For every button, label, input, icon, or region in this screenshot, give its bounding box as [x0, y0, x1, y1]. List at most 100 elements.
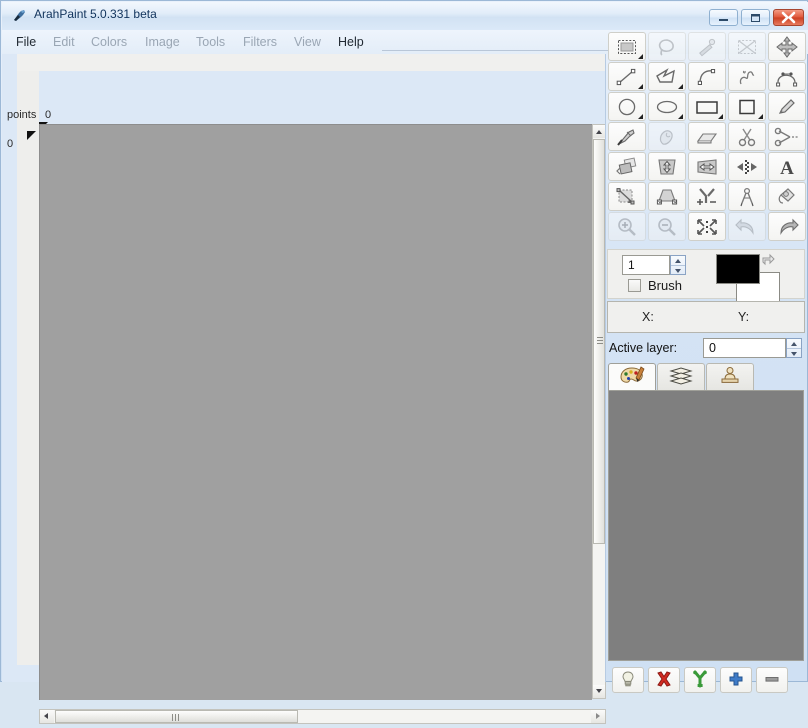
delete-button[interactable]	[648, 667, 680, 693]
active-layer-input[interactable]: 0	[703, 338, 786, 358]
tool-corner-indicator	[718, 114, 723, 119]
swap-colors-icon[interactable]	[760, 252, 776, 268]
panel-divider	[605, 54, 606, 682]
brush-size-decrement[interactable]	[671, 266, 685, 275]
drawing-canvas[interactable]	[39, 124, 592, 700]
tool-corner-indicator	[638, 84, 643, 89]
menu-filters[interactable]: Filters	[239, 34, 281, 51]
circle-tool[interactable]	[608, 92, 646, 121]
palette-action-buttons	[608, 667, 804, 695]
vertical-ruler	[17, 71, 39, 665]
scissors-cut-tool[interactable]	[728, 122, 766, 151]
tool-corner-indicator	[758, 114, 763, 119]
filled-rectangle-tool[interactable]	[688, 92, 726, 121]
merge-split-tool[interactable]	[688, 182, 726, 211]
foreground-color-swatch[interactable]	[716, 254, 760, 284]
zoom-fit-tool[interactable]	[688, 212, 726, 241]
active-layer-row: Active layer: 0	[607, 337, 805, 361]
minimize-button[interactable]	[709, 9, 738, 26]
transform-tool[interactable]	[608, 182, 646, 211]
ellipse-tool[interactable]	[648, 92, 686, 121]
light-bulb-button[interactable]	[612, 667, 644, 693]
scroll-up-button[interactable]	[593, 125, 605, 138]
coordinate-display: X: Y:	[607, 301, 805, 333]
brush-size-input[interactable]: 1	[622, 255, 670, 275]
magic-wand-tool[interactable]	[688, 32, 726, 61]
flip-horizontal-tool[interactable]	[688, 152, 726, 181]
menu-help[interactable]: Help	[334, 34, 368, 51]
bezier-curve-tool[interactable]	[768, 62, 806, 91]
brush-size-increment[interactable]	[671, 256, 685, 266]
square-tool[interactable]	[728, 92, 766, 121]
maximize-button[interactable]	[741, 9, 770, 26]
undo-tool[interactable]	[728, 212, 766, 241]
copy-paste-tool[interactable]	[608, 152, 646, 181]
title-bar: ArahPaint 5.0.331 beta	[2, 2, 808, 30]
compass-tool[interactable]	[728, 182, 766, 211]
menu-image[interactable]: Image	[141, 34, 184, 51]
smudge-tool[interactable]	[648, 122, 686, 151]
canvas-horizontal-scrollbar[interactable]	[39, 709, 606, 724]
green-merge-icon	[691, 670, 709, 691]
canvas-vertical-scrollbar[interactable]	[592, 124, 606, 699]
menu-edit[interactable]: Edit	[49, 34, 79, 51]
redo-tool[interactable]	[768, 212, 806, 241]
pencil-tool[interactable]	[768, 92, 806, 121]
menu-colors[interactable]: Colors	[87, 34, 131, 51]
window-title: ArahPaint 5.0.331 beta	[34, 7, 157, 21]
rect-select-tool[interactable]	[608, 32, 646, 61]
tool-corner-indicator	[678, 84, 683, 89]
text-tool[interactable]: A	[768, 152, 806, 181]
perspective-tool[interactable]	[648, 182, 686, 211]
menu-view[interactable]: View	[290, 34, 325, 51]
tab-palette[interactable]	[608, 363, 656, 391]
freehand-tool[interactable]	[728, 62, 766, 91]
brush-size-stepper[interactable]	[670, 255, 686, 275]
layer-decrement[interactable]	[787, 349, 801, 358]
brush-settings-row: 1 Brush	[607, 249, 805, 302]
scroll-right-button[interactable]	[591, 710, 605, 723]
horizontal-scroll-thumb[interactable]	[55, 710, 298, 723]
flip-vertical-tool[interactable]	[648, 152, 686, 181]
tab-stamp[interactable]	[706, 363, 754, 390]
move-tool[interactable]	[768, 32, 806, 61]
add-button[interactable]	[720, 667, 752, 693]
menu-file[interactable]: File	[12, 34, 40, 51]
tool-palette: A	[607, 31, 807, 246]
zoom-in-tool[interactable]	[608, 212, 646, 241]
palette-preview-area[interactable]	[608, 390, 804, 661]
vertical-scroll-thumb[interactable]	[593, 139, 605, 544]
scroll-grip-icon	[597, 336, 603, 347]
remove-button[interactable]	[756, 667, 788, 693]
eraser-tool[interactable]	[688, 122, 726, 151]
layer-increment[interactable]	[787, 339, 801, 349]
tab-layers[interactable]	[657, 363, 705, 390]
arc-tool[interactable]	[688, 62, 726, 91]
deselect-tool[interactable]	[728, 32, 766, 61]
scroll-down-button[interactable]	[593, 685, 605, 698]
close-button[interactable]	[773, 9, 804, 26]
active-layer-stepper[interactable]	[786, 338, 802, 358]
points-value: 0	[45, 109, 52, 121]
scroll-grip-icon	[171, 714, 182, 721]
line-tool[interactable]	[608, 62, 646, 91]
app-icon	[12, 8, 28, 24]
merge-button[interactable]	[684, 667, 716, 693]
ruler-marker-vertical[interactable]	[27, 131, 36, 140]
x-coordinate-label: X:	[642, 310, 654, 324]
scissors-trim-tool[interactable]	[768, 122, 806, 151]
menu-tools[interactable]: Tools	[192, 34, 229, 51]
palette-icon	[619, 366, 645, 389]
zoom-out-tool[interactable]	[648, 212, 686, 241]
tool-corner-indicator	[638, 114, 643, 119]
airbrush-tool[interactable]	[608, 122, 646, 151]
panel-tabs	[608, 363, 804, 391]
scroll-left-button[interactable]	[40, 710, 54, 723]
fill-bucket-tool[interactable]	[768, 182, 806, 211]
gray-minus-icon	[763, 670, 781, 691]
shrink-tool[interactable]	[728, 152, 766, 181]
lasso-select-tool[interactable]	[648, 32, 686, 61]
brush-checkbox[interactable]	[628, 279, 641, 292]
active-layer-label: Active layer:	[609, 341, 678, 355]
polygon-tool[interactable]	[648, 62, 686, 91]
